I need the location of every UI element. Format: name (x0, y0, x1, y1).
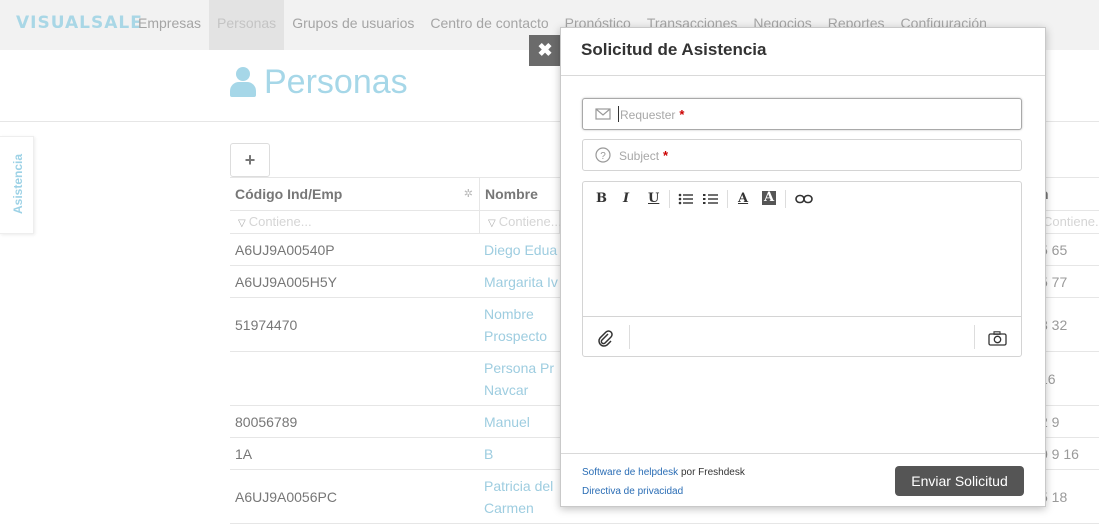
requester-field[interactable]: Requester * (582, 98, 1022, 130)
divider (629, 325, 630, 349)
page-title-text: Personas (264, 63, 408, 101)
cell-code: 80056789 (235, 414, 298, 430)
svg-text:?: ? (600, 151, 606, 162)
link-icon[interactable] (795, 194, 813, 204)
cell-name[interactable]: Persona Pr Navcar (479, 357, 559, 401)
envelope-icon (595, 108, 611, 120)
cell-name[interactable]: B (479, 443, 493, 465)
divider (561, 453, 1045, 454)
cell-name[interactable]: Margarita Iv (479, 271, 558, 293)
divider (669, 190, 670, 208)
numbered-list-icon[interactable] (703, 193, 719, 205)
assistance-side-tab[interactable]: Asistencia (0, 136, 34, 234)
helpdesk-link[interactable]: Software de helpdesk (582, 467, 678, 478)
italic-button[interactable]: I (623, 191, 629, 206)
cell-code: A6UJ9A005H5Y (235, 274, 337, 290)
filter-name[interactable]: ▽ Contiene... (480, 211, 562, 233)
cell-name[interactable]: Patricia del Carmen (479, 475, 559, 519)
text-caret (618, 106, 619, 122)
font-color-button[interactable]: A (738, 191, 748, 206)
dialog-title: Solicitud de Asistencia (581, 40, 767, 59)
submit-request-button[interactable]: Enviar Solicitud (895, 466, 1024, 496)
add-person-button[interactable]: + (230, 143, 270, 177)
divider (727, 190, 728, 208)
nav-item-grupos[interactable]: Grupos de usuarios (284, 0, 422, 50)
cell-code: 1A (235, 446, 253, 462)
filter-icon: ▽ (488, 218, 496, 229)
filter-code[interactable]: ▽ Contiene... (230, 211, 480, 233)
column-header-name[interactable]: Nombre (480, 178, 560, 211)
subject-placeholder: Subject * (619, 148, 669, 163)
divider (561, 75, 1045, 76)
person-icon (230, 66, 256, 99)
gear-icon[interactable]: ✲ (464, 178, 473, 211)
editor-toolbar: B I U A A (583, 182, 1021, 216)
underline-button[interactable]: U (648, 191, 659, 206)
page-title: Personas (230, 63, 408, 102)
description-editor[interactable]: B I U A A (582, 181, 1022, 357)
cell-code: A6UJ9A00540P (235, 242, 335, 258)
question-circle-icon: ? (595, 147, 611, 163)
column-header-code[interactable]: Código Ind/Emp ✲ (230, 178, 480, 211)
bullet-list-icon[interactable] (678, 193, 694, 205)
cell-name[interactable]: Diego Edua (479, 239, 557, 261)
filter-icon: ▽ (238, 218, 246, 229)
divider (974, 325, 975, 349)
app-logo[interactable]: VISUALSALE (16, 13, 143, 33)
cell-code: 51974470 (235, 317, 298, 333)
camera-icon[interactable] (988, 331, 1007, 346)
side-tab-label: Asistencia (11, 153, 25, 215)
editor-footer (583, 316, 1021, 356)
subject-field[interactable]: ? Subject * (582, 139, 1022, 171)
close-dialog-button[interactable]: ✖ (529, 35, 561, 66)
cell-name[interactable]: Nombre Prospecto (479, 303, 559, 347)
divider (785, 190, 786, 208)
privacy-link[interactable]: Directiva de privacidad (582, 486, 683, 497)
support-request-dialog: Solicitud de Asistencia Requester * ? Sub… (560, 27, 1046, 507)
nav-item-personas[interactable]: Personas (209, 0, 285, 50)
cell-name[interactable]: Manuel (479, 411, 530, 433)
requester-placeholder: Requester * (620, 107, 685, 122)
nav-item-empresas[interactable]: Empresas (130, 0, 209, 50)
background-color-button[interactable]: A (762, 191, 777, 205)
bold-button[interactable]: B (596, 191, 607, 206)
cell-code: A6UJ9A0056PC (235, 489, 337, 505)
paperclip-icon[interactable] (597, 329, 613, 347)
helpdesk-credit: Software de helpdesk por Freshdesk (582, 467, 745, 478)
